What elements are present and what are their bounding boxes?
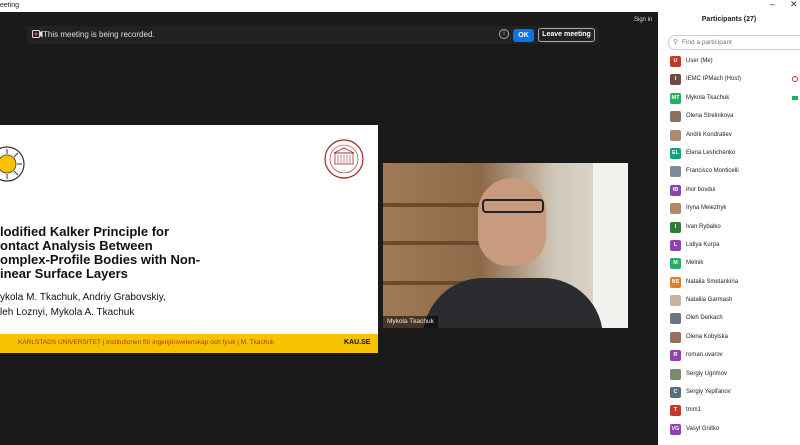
participant-row[interactable]: C Sergiy Yepifanov <box>658 384 800 402</box>
avatar <box>670 111 681 123</box>
participant-row[interactable]: Andrii Kondratiev <box>658 127 800 145</box>
participant-name: roman.uvarov <box>686 352 723 359</box>
search-icon: ⚲ <box>673 39 679 46</box>
participant-row[interactable]: Sergiy Ugrimov <box>658 366 800 384</box>
avatar: M <box>670 258 681 270</box>
participant-name: Sergiy Yepifanov <box>686 389 731 396</box>
window-titlebar: eeting – ✕ <box>0 0 800 12</box>
slide-footer-brand: KAU.SE <box>344 339 371 346</box>
participant-name: Francisco Monticelli <box>686 168 739 175</box>
participant-row[interactable]: Oleh Derkach <box>658 310 800 328</box>
participant-row[interactable]: EL Elena Leshchenko <box>658 145 800 163</box>
recording-text: This meeting is being recorded. <box>43 30 155 39</box>
participant-name: Sergiy Ugrimov <box>686 370 728 377</box>
recording-icon <box>32 30 43 38</box>
participant-list: U User (Me) I IEMC IPMach (Host) MT Mykola Tk… <box>658 53 800 439</box>
avatar: I <box>670 221 681 233</box>
window-background <box>593 163 628 328</box>
slide-title: lodified Kalker Principle for ontact Ana… <box>0 224 201 281</box>
avatar: MT <box>670 92 681 104</box>
participant-search[interactable]: ⚲ <box>668 35 800 50</box>
participant-name: Nataliia Garmash <box>686 297 733 304</box>
participant-name: tmm1 <box>686 407 701 414</box>
host-status-icon <box>792 76 798 83</box>
ok-button[interactable]: OK <box>513 29 534 42</box>
sign-in-link[interactable]: Sign in <box>634 17 652 23</box>
minimize-button[interactable]: – <box>770 0 775 9</box>
participant-row[interactable]: Olena Strelnikova <box>658 108 800 126</box>
avatar <box>670 368 681 380</box>
participant-name: Elena Leshchenko <box>686 149 736 156</box>
participant-name: Andrii Kondratiev <box>686 131 732 138</box>
participant-name: Ivan Rybalko <box>686 223 721 230</box>
participant-row[interactable]: Rroman.uvarov <box>658 347 800 365</box>
participant-row[interactable]: Olena Kobylska <box>658 329 800 347</box>
participants-panel: Participants (27) ⚲ U User (Me) I IEMC IPMa… <box>658 12 800 445</box>
leave-meeting-button[interactable]: Leave meeting <box>538 28 595 42</box>
participant-row[interactable]: Ttmm1 <box>658 402 800 420</box>
participant-name: IEMC IPMach (Host) <box>686 76 742 83</box>
avatar: U <box>670 56 681 67</box>
person-head <box>478 178 546 266</box>
avatar <box>670 166 681 178</box>
avatar: L <box>670 239 681 251</box>
participant-row[interactable]: IB ihor bovdui <box>658 182 800 200</box>
avatar <box>670 129 681 141</box>
video-tile[interactable]: Mykola Tkachuk <box>383 163 628 328</box>
video-name-label: Mykola Tkachuk <box>383 316 438 328</box>
participant-row[interactable]: U User (Me) <box>658 53 800 71</box>
participant-row[interactable]: I IEMC IPMach (Host) <box>658 71 800 89</box>
participant-name: Melnik <box>686 260 704 267</box>
participant-row[interactable]: L Lidiya Kurpa <box>658 237 800 255</box>
avatar: NS <box>670 276 681 288</box>
avatar: EL <box>670 147 681 159</box>
participants-title: Participants (27) <box>701 16 757 23</box>
glasses <box>482 199 544 213</box>
window-title: eeting <box>0 2 20 9</box>
participant-row[interactable]: VG Vasyl Gnitko <box>658 421 800 439</box>
participant-row[interactable]: I Ivan Rybalko <box>658 219 800 237</box>
slide-authors: ykola M. Tkachuk, Andriy Grabovskiy, leh… <box>0 292 166 318</box>
participant-row[interactable]: MT Mykola Tkachuk <box>658 90 800 108</box>
avatar: I <box>670 74 681 86</box>
avatar <box>670 295 681 307</box>
participant-row[interactable]: Francisco Monticelli <box>658 163 800 181</box>
participant-row[interactable]: M Melnik <box>658 255 800 273</box>
slide-footer: KARLSTADS UNIVERSITET | Institutionen fö… <box>0 334 378 353</box>
slide-footer-text: KARLSTADS UNIVERSITET | Institutionen fö… <box>18 339 275 346</box>
avatar <box>670 313 681 325</box>
avatar: R <box>670 350 681 362</box>
participant-name: Vasyl Gnitko <box>686 425 720 432</box>
search-input[interactable] <box>682 37 797 48</box>
close-button[interactable]: ✕ <box>790 0 798 10</box>
participant-row[interactable]: Nataliia Garmash <box>658 292 800 310</box>
participant-row[interactable]: NS Natalia Smetankina <box>658 274 800 292</box>
avatar: IB <box>670 184 681 196</box>
avatar: VG <box>670 423 681 435</box>
participant-name: Mykola Tkachuk <box>686 94 730 101</box>
participant-name: ihor bovdui <box>686 186 716 193</box>
info-icon[interactable]: i <box>499 29 509 39</box>
participant-name: Olena Kobylska <box>686 333 729 340</box>
recording-banner: This meeting is being recorded. i OK Lea… <box>27 26 599 44</box>
avatar: C <box>670 387 681 399</box>
participant-name: Lidiya Kurpa <box>686 241 720 248</box>
participant-name: Olena Strelnikova <box>686 113 734 120</box>
avatar <box>670 203 681 215</box>
avatar: T <box>670 405 681 417</box>
participant-name: Iryna Melezhyk <box>686 205 727 212</box>
shared-slide: lodified Kalker Principle for ontact Ana… <box>0 125 378 353</box>
participant-name: Oleh Derkach <box>686 315 723 322</box>
avatar <box>670 331 681 343</box>
university-seal-icon <box>324 139 364 179</box>
university-logo-icon <box>0 146 25 182</box>
video-on-icon <box>792 95 798 100</box>
participant-name: User (Me) <box>686 58 713 64</box>
meeting-stage: This meeting is being recorded. i OK Lea… <box>0 12 658 445</box>
participant-row[interactable]: Iryna Melezhyk <box>658 200 800 218</box>
participant-name: Natalia Smetankina <box>686 278 739 285</box>
